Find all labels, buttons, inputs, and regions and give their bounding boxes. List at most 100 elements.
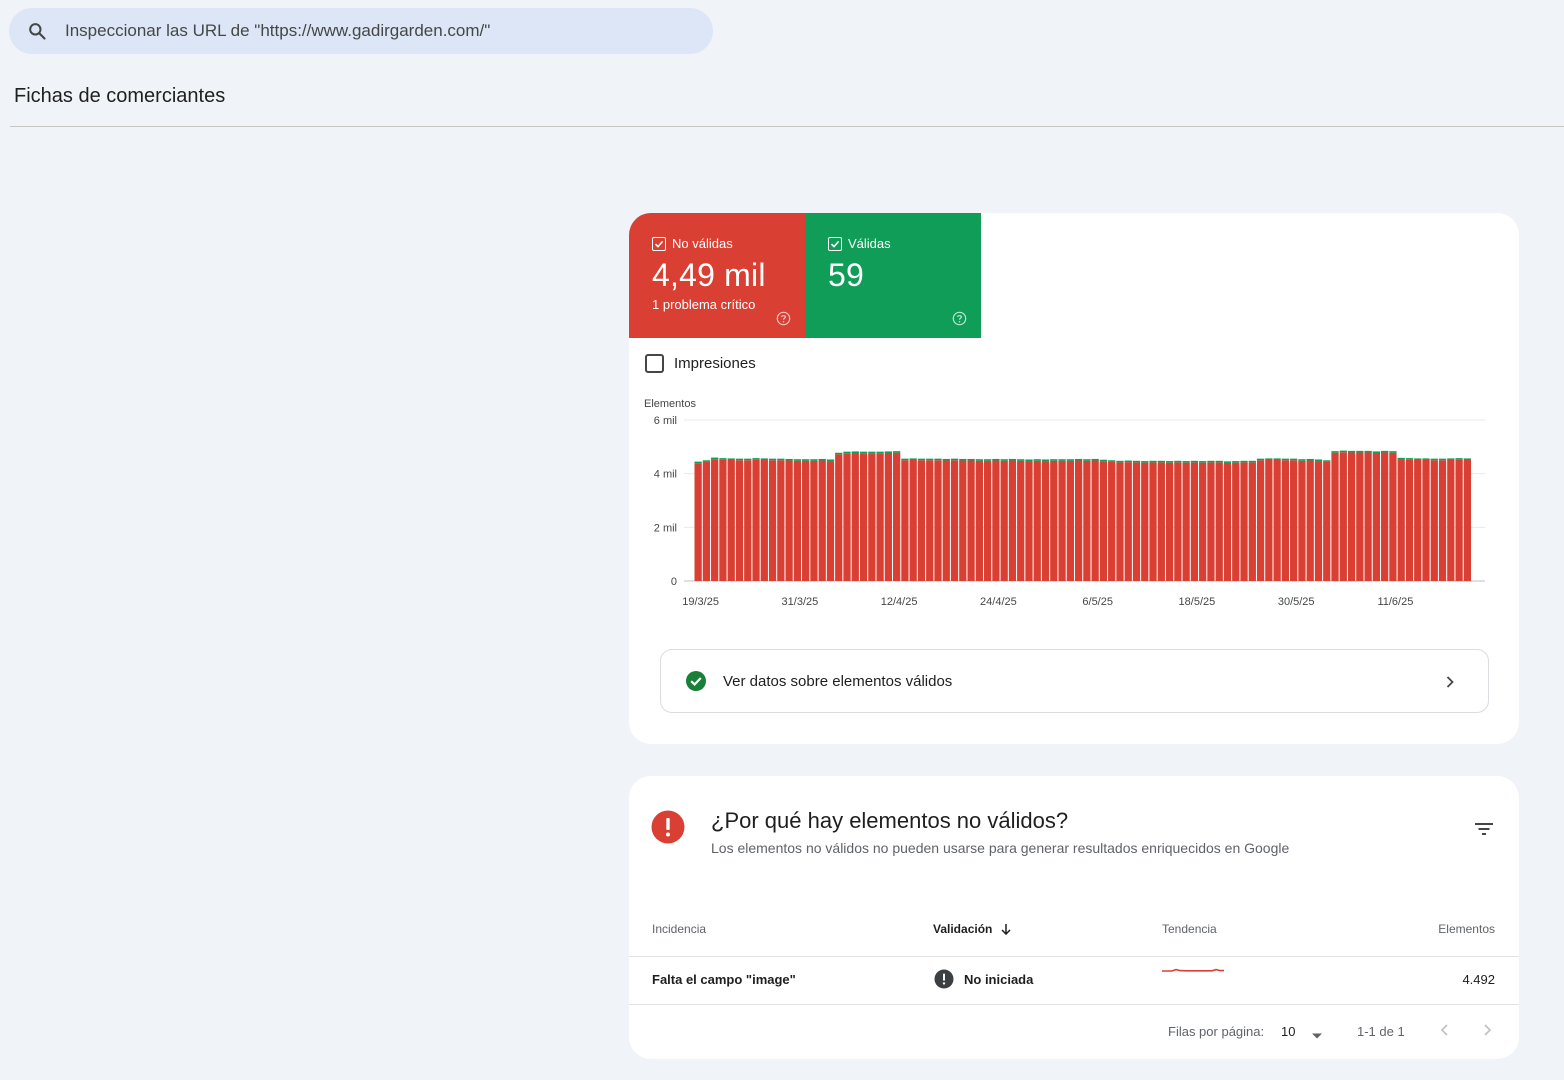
bar-invalid xyxy=(1223,462,1232,581)
help-icon[interactable] xyxy=(952,311,967,326)
bar-valid xyxy=(1174,460,1182,463)
check-circle-icon xyxy=(685,670,707,692)
url-inspect-input[interactable] xyxy=(65,21,665,41)
checkbox-checked-icon[interactable] xyxy=(652,236,666,251)
bar-invalid xyxy=(1331,452,1339,581)
bar-invalid xyxy=(752,459,760,581)
bar-invalid xyxy=(893,452,901,581)
bar-valid xyxy=(1430,458,1438,461)
bar-invalid xyxy=(835,454,843,581)
sort-arrow-down-icon[interactable] xyxy=(1000,923,1012,936)
invalid-tile-label: No válidas xyxy=(672,236,733,251)
bar-invalid xyxy=(1190,462,1199,581)
bar-invalid xyxy=(1215,462,1223,581)
next-page-icon[interactable] xyxy=(1479,1021,1495,1039)
column-header-incidence[interactable]: Incidencia xyxy=(652,922,706,936)
x-tick-label: 24/4/25 xyxy=(980,596,1017,608)
bar-valid xyxy=(1463,458,1471,460)
bar-valid xyxy=(1273,458,1281,460)
bar-invalid xyxy=(1207,462,1215,581)
bar-valid xyxy=(1033,459,1041,461)
bar-valid xyxy=(719,458,727,460)
bar-invalid xyxy=(711,459,719,581)
issues-description: Los elementos no válidos no pueden usars… xyxy=(711,840,1290,856)
bar-invalid xyxy=(1463,459,1471,581)
bar-invalid xyxy=(1157,462,1165,581)
bar-valid xyxy=(1372,451,1381,453)
bar-invalid xyxy=(1414,459,1422,581)
bar-invalid xyxy=(909,459,917,581)
bar-valid xyxy=(1157,460,1165,463)
bar-invalid xyxy=(1083,460,1091,581)
bar-invalid xyxy=(1050,460,1058,581)
items-bar-chart: Elementos 6 mil 4 mil 2 mil 0 19/3/25 31/3/25 1… xyxy=(644,398,1485,608)
column-header-trend[interactable]: Tendencia xyxy=(1162,922,1217,936)
filter-icon[interactable] xyxy=(1473,820,1495,838)
previous-page-icon[interactable] xyxy=(1437,1021,1453,1039)
column-header-validation-label: Validación xyxy=(933,922,993,936)
bar-valid xyxy=(818,458,826,461)
valid-items-tile[interactable]: Válidas 59 xyxy=(805,213,981,338)
invalid-items-tile[interactable]: No válidas 4,49 mil 1 problema crítico xyxy=(629,213,805,338)
issues-title: ¿Por qué hay elementos no válidos? xyxy=(711,808,1069,833)
bar-valid xyxy=(1083,459,1091,461)
bar-valid xyxy=(694,461,702,464)
bar-invalid xyxy=(942,460,950,581)
bar-invalid xyxy=(818,460,826,581)
checkbox-checked-icon[interactable] xyxy=(828,236,842,251)
bar-invalid xyxy=(810,460,818,581)
bar-invalid xyxy=(1074,460,1083,581)
bar-valid xyxy=(884,451,893,453)
impressions-checkbox[interactable] xyxy=(645,354,664,373)
x-tick-label: 11/6/25 xyxy=(1377,596,1413,608)
bar-invalid xyxy=(950,460,959,581)
help-icon[interactable] xyxy=(776,311,791,326)
bar-invalid xyxy=(1008,460,1017,581)
x-tick-label: 12/4/25 xyxy=(881,596,918,608)
trend-sparkline xyxy=(1162,966,1226,981)
bar-valid xyxy=(1025,459,1033,462)
bar-valid xyxy=(793,459,802,461)
impressions-toggle[interactable]: Impresiones xyxy=(645,354,756,373)
view-valid-items-link[interactable]: Ver datos sobre elementos válidos xyxy=(660,649,1489,713)
search-bar[interactable] xyxy=(9,8,713,54)
bar-invalid xyxy=(1124,462,1132,581)
bar-invalid xyxy=(826,461,835,581)
bar-valid xyxy=(901,458,909,461)
bar-valid xyxy=(1298,459,1306,461)
bar-valid xyxy=(744,458,752,461)
bar-invalid xyxy=(744,460,752,581)
bar-invalid xyxy=(859,453,868,581)
bar-valid xyxy=(893,451,901,453)
bar-invalid xyxy=(1273,459,1281,581)
bar-valid xyxy=(1422,458,1430,460)
bar-invalid xyxy=(1132,462,1141,581)
valid-tile-label: Válidas xyxy=(848,236,891,251)
bar-invalid xyxy=(876,453,884,581)
rows-per-page-select[interactable]: 10 xyxy=(1281,1024,1323,1039)
bar-valid xyxy=(983,459,992,461)
bar-valid xyxy=(1050,459,1058,461)
bar-invalid xyxy=(1281,460,1290,581)
table-divider xyxy=(629,956,1519,957)
bar-invalid xyxy=(917,460,926,581)
page-range: 1-1 de 1 xyxy=(1357,1024,1405,1039)
bar-invalid xyxy=(1099,461,1108,581)
bar-invalid xyxy=(768,460,777,581)
bar-valid xyxy=(785,458,793,461)
bar-invalid xyxy=(1149,462,1157,581)
bar-valid xyxy=(909,458,917,460)
column-header-validation[interactable]: Validación xyxy=(933,922,1012,936)
impressions-label: Impresiones xyxy=(674,355,756,372)
bar-invalid xyxy=(1165,462,1174,581)
bar-invalid xyxy=(1041,461,1050,581)
column-header-elements[interactable]: Elementos xyxy=(1438,922,1495,936)
y-tick-label: 6 mil xyxy=(654,415,677,427)
bar-invalid xyxy=(1290,460,1298,581)
bar-valid xyxy=(1116,460,1124,463)
bar-valid xyxy=(1182,461,1190,463)
bar-invalid xyxy=(1314,461,1323,581)
bar-valid xyxy=(1314,459,1323,462)
bar-valid xyxy=(851,451,859,453)
row-elements: 4.492 xyxy=(1462,972,1495,987)
